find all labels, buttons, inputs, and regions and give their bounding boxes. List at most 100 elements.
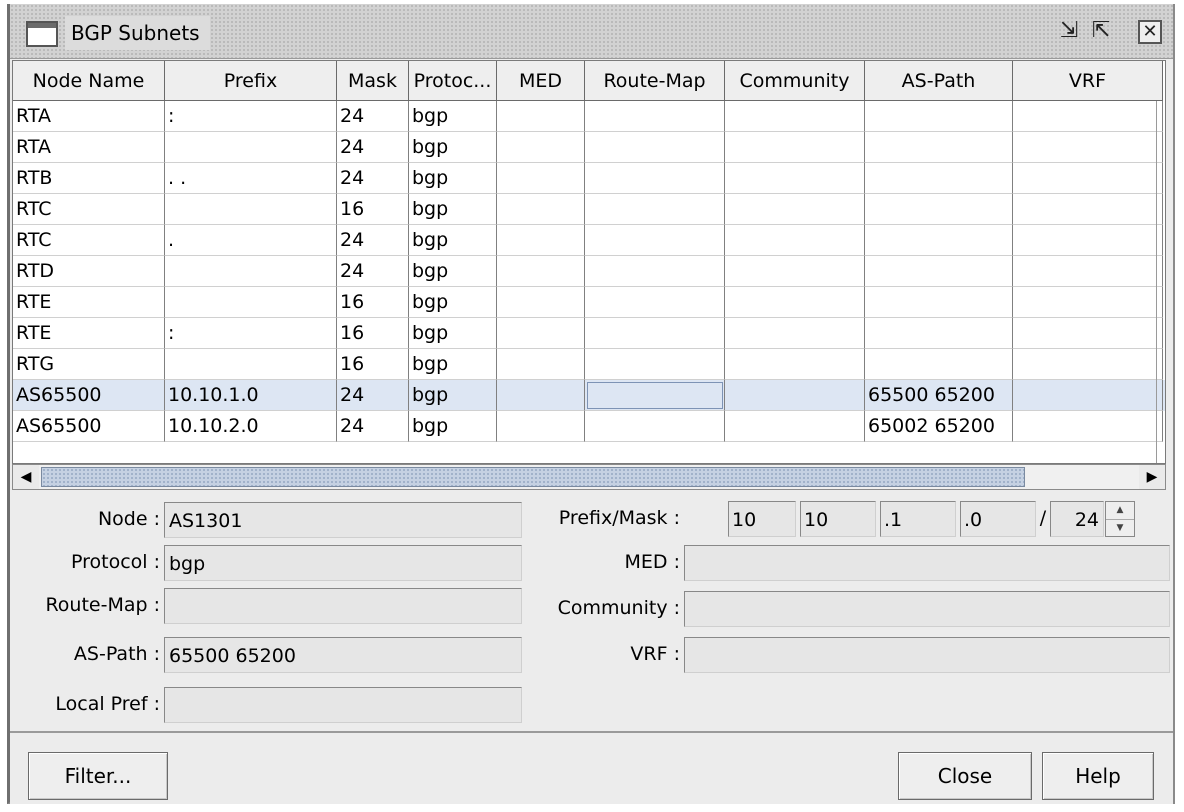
cell-protocol[interactable]: bgp — [409, 318, 497, 349]
cell-med[interactable] — [497, 349, 585, 380]
cell-med[interactable] — [497, 411, 585, 442]
cell-protocol[interactable]: bgp — [409, 411, 497, 442]
column-header-node-name[interactable]: Node Name — [13, 61, 165, 101]
cell-med[interactable] — [497, 194, 585, 225]
table-row[interactable]: RTE:16 bgp — [13, 318, 1165, 349]
cell-prefix[interactable]: : — [165, 101, 337, 132]
cell-community[interactable] — [725, 411, 865, 442]
cell-mask[interactable]: 24 — [337, 256, 409, 287]
cell-mask[interactable]: 24 — [337, 411, 409, 442]
cell-vrf[interactable] — [1013, 380, 1163, 411]
cell-prefix[interactable]: 10.10.1.0 — [165, 380, 337, 411]
spin-up-icon[interactable]: ▲ — [1106, 502, 1134, 520]
cell-as-path[interactable] — [865, 163, 1013, 194]
subnets-table[interactable]: Node Name Prefix Mask Protoc... MED Route-Map… — [12, 60, 1166, 464]
cell-as-path[interactable] — [865, 101, 1013, 132]
cell-community[interactable] — [725, 318, 865, 349]
cell-as-path[interactable]: 65500 65200 — [865, 380, 1013, 411]
prefix-octet-4[interactable]: .0 — [960, 501, 1036, 537]
cell-protocol[interactable]: bgp — [409, 194, 497, 225]
cell-prefix[interactable]: : — [165, 318, 337, 349]
med-field[interactable] — [684, 545, 1170, 581]
cell-community[interactable] — [725, 101, 865, 132]
table-row[interactable]: AS65500 10.10.1.0 24 bgp 65500 65200 — [13, 380, 1165, 411]
cell-med[interactable] — [497, 380, 585, 411]
cell-route-map[interactable] — [585, 380, 725, 411]
cell-med[interactable] — [497, 318, 585, 349]
cell-community[interactable] — [725, 380, 865, 411]
protocol-field[interactable]: bgp — [164, 545, 522, 581]
cell-med[interactable] — [497, 163, 585, 194]
cell-vrf[interactable] — [1013, 318, 1163, 349]
column-header-mask[interactable]: Mask — [337, 61, 409, 101]
local-pref-field[interactable] — [164, 687, 522, 723]
cell-mask[interactable]: 16 — [337, 194, 409, 225]
cell-vrf[interactable] — [1013, 132, 1163, 163]
cell-route-map[interactable] — [585, 132, 725, 163]
scroll-right-arrow-icon[interactable]: ▶ — [1139, 465, 1165, 489]
cell-protocol[interactable]: bgp — [409, 101, 497, 132]
prefix-octet-2[interactable]: 10 — [800, 501, 876, 537]
prefix-octet-3[interactable]: .1 — [880, 501, 956, 537]
cell-vrf[interactable] — [1013, 349, 1163, 380]
column-header-vrf[interactable]: VRF — [1013, 61, 1163, 101]
cell-node-name[interactable]: RTB — [13, 163, 165, 194]
cell-protocol[interactable]: bgp — [409, 132, 497, 163]
cell-route-map[interactable] — [585, 349, 725, 380]
cell-med[interactable] — [497, 256, 585, 287]
scroll-thumb[interactable] — [41, 467, 1025, 487]
cell-as-path[interactable] — [865, 318, 1013, 349]
cell-mask[interactable]: 24 — [337, 101, 409, 132]
horizontal-scrollbar[interactable]: ◀ ▶ — [12, 464, 1166, 490]
cell-community[interactable] — [725, 194, 865, 225]
scroll-left-arrow-icon[interactable]: ◀ — [13, 465, 39, 489]
prefix-octet-1[interactable]: 10 — [728, 501, 796, 537]
cell-vrf[interactable] — [1013, 163, 1163, 194]
cell-node-name[interactable]: RTG — [13, 349, 165, 380]
cell-route-map[interactable] — [585, 256, 725, 287]
spin-down-icon[interactable]: ▼ — [1106, 520, 1134, 537]
cell-mask[interactable]: 24 — [337, 380, 409, 411]
column-header-med[interactable]: MED — [497, 61, 585, 101]
node-field[interactable]: AS1301 — [164, 502, 522, 538]
mask-spinner[interactable]: ▲ ▼ — [1105, 501, 1135, 537]
cell-node-name[interactable]: RTA — [13, 101, 165, 132]
cell-as-path[interactable] — [865, 225, 1013, 256]
help-button[interactable]: Help — [1042, 752, 1154, 800]
cell-med[interactable] — [497, 287, 585, 318]
cell-node-name[interactable]: AS65500 — [13, 380, 165, 411]
cell-node-name[interactable]: RTE — [13, 287, 165, 318]
close-icon[interactable]: ✕ — [1138, 20, 1162, 44]
title-bar[interactable]: BGP Subnets ⇲ ⇱ ✕ — [10, 4, 1173, 59]
filter-button[interactable]: Filter... — [28, 752, 168, 800]
cell-route-map[interactable] — [585, 318, 725, 349]
cell-route-map[interactable] — [585, 411, 725, 442]
cell-protocol[interactable]: bgp — [409, 225, 497, 256]
cell-vrf[interactable] — [1013, 194, 1163, 225]
cell-protocol[interactable]: bgp — [409, 163, 497, 194]
cell-vrf[interactable] — [1013, 225, 1163, 256]
cell-prefix[interactable]: . . — [165, 163, 337, 194]
cell-route-map[interactable] — [585, 287, 725, 318]
column-header-community[interactable]: Community — [725, 61, 865, 101]
table-row[interactable]: RTB. . 24 bgp — [13, 163, 1165, 194]
cell-prefix[interactable] — [165, 349, 337, 380]
cell-node-name[interactable]: RTD — [13, 256, 165, 287]
cell-mask[interactable]: 24 — [337, 132, 409, 163]
cell-med[interactable] — [497, 132, 585, 163]
cell-route-map[interactable] — [585, 163, 725, 194]
cell-node-name[interactable]: AS65500 — [13, 411, 165, 442]
cell-prefix[interactable] — [165, 256, 337, 287]
table-row[interactable]: RTD 24 bgp — [13, 256, 1165, 287]
cell-protocol[interactable]: bgp — [409, 256, 497, 287]
column-header-protocol[interactable]: Protoc... — [409, 61, 497, 101]
table-row[interactable]: AS65500 10.10.2.0 24 bgp 65002 65200 — [13, 411, 1165, 442]
cell-node-name[interactable]: RTA — [13, 132, 165, 163]
table-row[interactable]: RTA:24 bgp — [13, 101, 1165, 132]
cell-protocol[interactable]: bgp — [409, 349, 497, 380]
cell-prefix[interactable] — [165, 194, 337, 225]
cell-as-path[interactable] — [865, 287, 1013, 318]
community-field[interactable] — [684, 591, 1170, 627]
cell-mask[interactable]: 16 — [337, 318, 409, 349]
cell-protocol[interactable]: bgp — [409, 287, 497, 318]
